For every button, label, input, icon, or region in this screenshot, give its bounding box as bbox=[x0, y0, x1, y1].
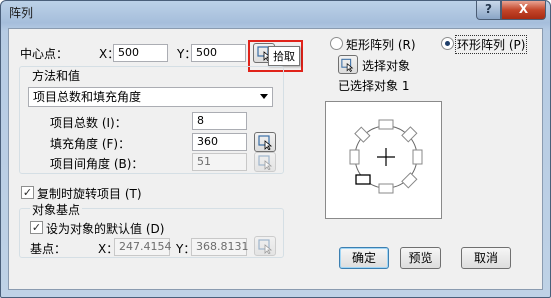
rect-array-radio[interactable] bbox=[330, 37, 343, 50]
help-button[interactable]: ? bbox=[476, 1, 501, 20]
pick-between-angle-button[interactable] bbox=[254, 152, 276, 172]
dialog-title: 阵列 bbox=[9, 6, 34, 20]
total-count-label: 项目总数 (I)： bbox=[50, 116, 127, 130]
close-button[interactable]: X bbox=[501, 1, 546, 20]
select-objects-label: 选择对象 bbox=[362, 59, 411, 73]
total-count-input[interactable]: 8 bbox=[192, 112, 247, 130]
rotate-items-label: 复制时旋转项目 (T) bbox=[37, 187, 142, 201]
select-objects-button[interactable] bbox=[338, 55, 358, 74]
base-y-input[interactable]: 368.8131 bbox=[191, 238, 249, 256]
array-preview bbox=[325, 101, 442, 219]
fill-angle-label: 填充角度 (F)： bbox=[50, 137, 131, 151]
cancel-button[interactable]: 取消 bbox=[461, 247, 511, 269]
default-base-label: 设为对象的默认值 (D) bbox=[46, 222, 165, 236]
pick-angle-icon bbox=[258, 135, 273, 150]
pick-angle-icon bbox=[258, 155, 273, 170]
base-x-input[interactable]: 247.4154 bbox=[114, 238, 172, 256]
pick-base-point-button[interactable] bbox=[254, 236, 276, 256]
between-angle-label: 项目间角度 (B)： bbox=[50, 157, 144, 171]
between-angle-input[interactable]: 51 bbox=[192, 153, 247, 171]
fill-angle-input[interactable]: 360 bbox=[192, 133, 247, 151]
rect-array-label: 矩形阵列 (R) bbox=[346, 38, 416, 52]
base-point-group-label: 对象基点 bbox=[30, 201, 83, 218]
radio-selected-dot bbox=[445, 41, 450, 46]
center-x-input[interactable]: 500 bbox=[113, 44, 168, 62]
method-select-value: 项目总数和填充角度 bbox=[33, 90, 142, 104]
preview-button[interactable]: 预览 bbox=[400, 247, 441, 269]
selected-count-text: 已选择对象 1 bbox=[338, 79, 410, 93]
method-select[interactable]: 项目总数和填充角度 bbox=[28, 87, 273, 107]
pick-point-icon bbox=[258, 239, 273, 254]
default-base-checkbox[interactable]: ✓ bbox=[30, 221, 43, 234]
polar-array-label: 环形阵列 (P) bbox=[454, 35, 528, 54]
center-point-label: 中心点： bbox=[20, 47, 69, 61]
center-y-input[interactable]: 500 bbox=[191, 44, 246, 62]
pick-tooltip: 拾取 bbox=[268, 46, 300, 66]
chevron-down-icon bbox=[260, 94, 268, 99]
pick-fill-angle-button[interactable] bbox=[254, 132, 276, 152]
method-group-label: 方法和值 bbox=[30, 67, 83, 84]
ok-button[interactable]: 确定 bbox=[339, 247, 389, 269]
base-point-label: 基点： bbox=[30, 242, 67, 256]
rotate-items-checkbox[interactable]: ✓ bbox=[21, 186, 34, 199]
polar-array-radio[interactable] bbox=[441, 37, 454, 50]
select-objects-icon bbox=[341, 58, 354, 72]
polar-array-preview-graphic bbox=[349, 119, 423, 194]
